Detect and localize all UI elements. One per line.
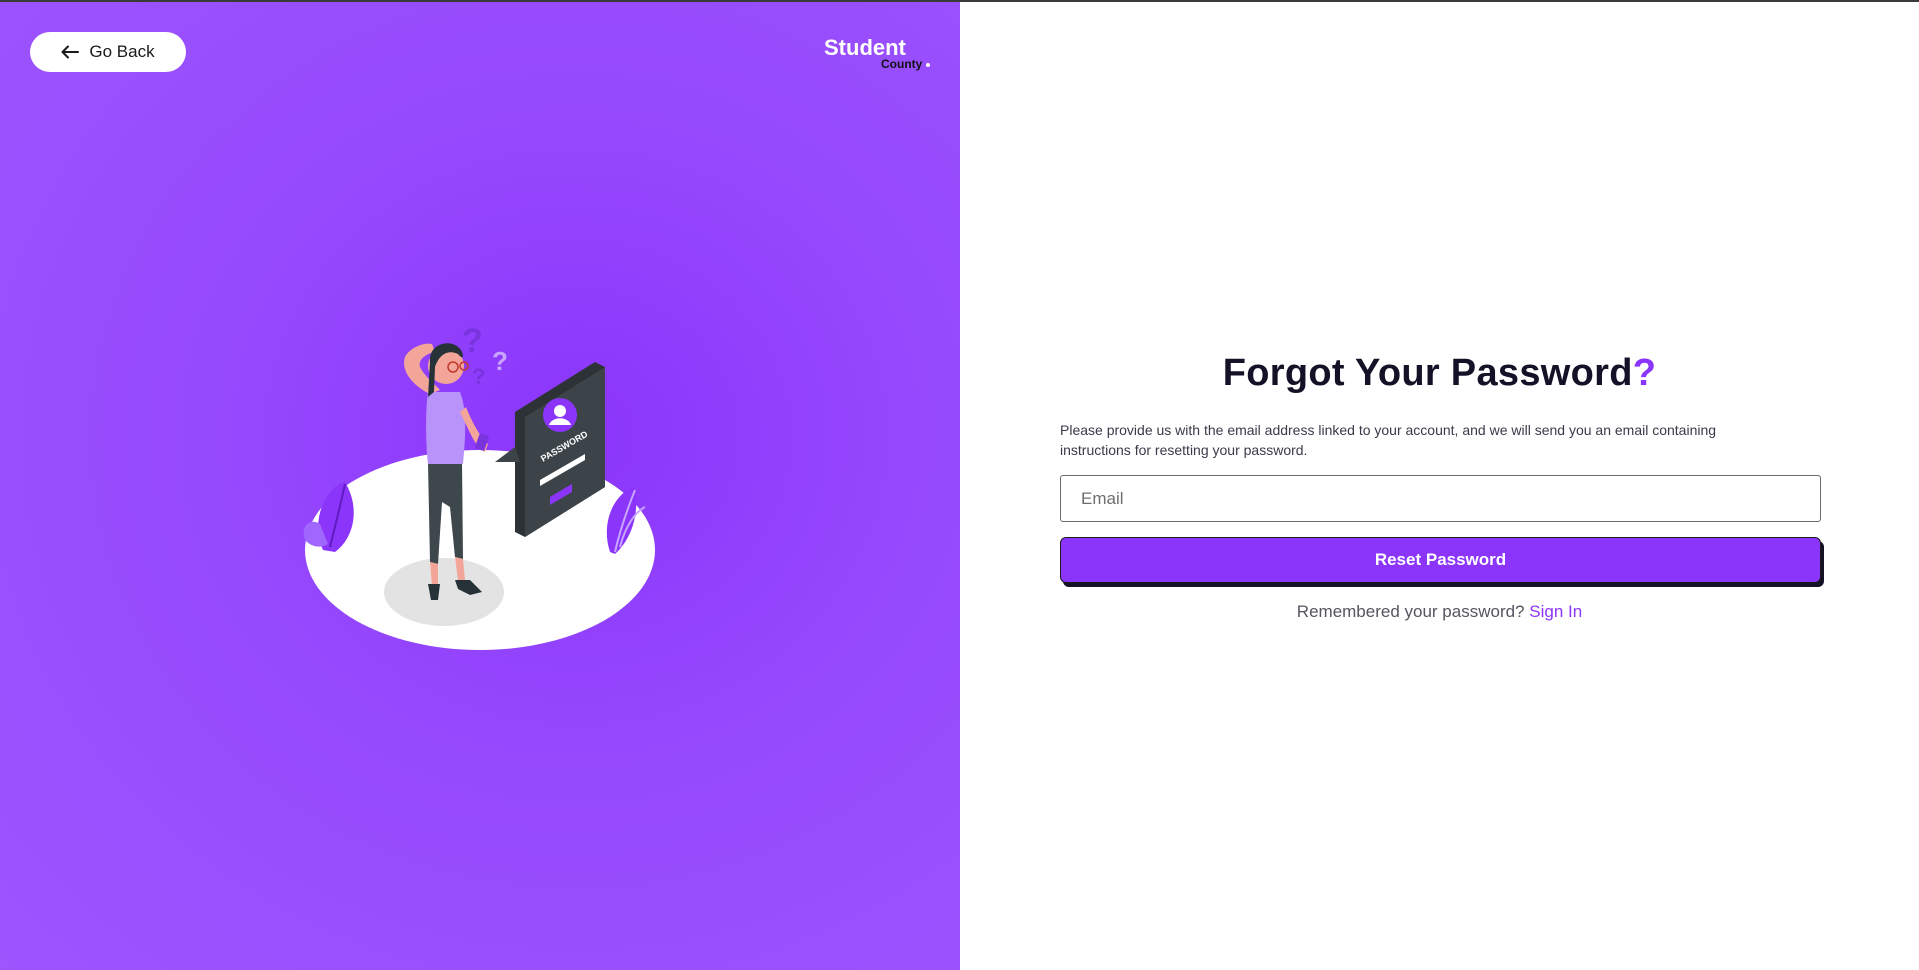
arrow-left-icon xyxy=(61,45,80,59)
form-description: Please provide us with the email address… xyxy=(1060,422,1717,458)
go-back-label: Go Back xyxy=(89,42,155,61)
signin-prompt: Remembered your password? Sign In xyxy=(960,602,1919,622)
illustration-panel: Go Back Student County PASSWORD ? ? ? xyxy=(0,2,960,970)
remember-text: Remembered your password? xyxy=(1296,602,1525,621)
logo-sub-text: County xyxy=(881,57,923,71)
sign-in-link[interactable]: Sign In xyxy=(1529,602,1582,621)
page-title-question-mark: ? xyxy=(1632,352,1657,394)
forgot-password-illustration: PASSWORD ? ? ? xyxy=(303,322,655,650)
forgot-password-form-panel: Forgot Your Password? Please provide us … xyxy=(960,2,1919,970)
question-mark-icon: ? xyxy=(462,322,483,360)
question-mark-icon: ? xyxy=(472,364,485,389)
email-input[interactable] xyxy=(1060,475,1821,522)
go-back-button[interactable]: Go Back xyxy=(30,32,186,72)
logo-dot xyxy=(926,63,930,67)
question-mark-icon: ? xyxy=(492,346,508,376)
person-shadow xyxy=(384,558,504,626)
page-title-text: Forgot Your Password xyxy=(1222,352,1633,394)
page-title: Forgot Your Password? xyxy=(960,352,1919,395)
reset-password-button[interactable]: Reset Password xyxy=(1060,537,1821,583)
student-county-logo[interactable]: Student County xyxy=(823,35,933,75)
